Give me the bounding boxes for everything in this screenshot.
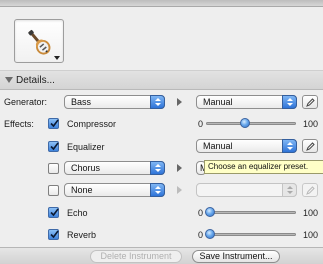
equalizer-label: Equalizer [67,142,105,152]
pencil-icon [306,186,315,195]
disclosure-triangle-icon[interactable] [5,77,13,83]
reverb-min-label: 0 [198,230,204,240]
checkmark-icon [50,142,59,151]
echo-slider-track[interactable] [206,211,296,214]
pencil-icon [306,142,315,151]
chorus-checkbox[interactable] [48,163,59,174]
effect-slot-1-select[interactable]: Chorus [64,161,165,175]
play-arrow-icon [177,186,182,194]
equalizer-preset-select[interactable]: Manual [196,139,297,153]
electric-guitar-icon [28,29,51,55]
effect-slot-2-edit-button[interactable] [302,183,318,197]
checkmark-icon [50,208,59,217]
compressor-min-label: 0 [198,119,204,129]
bottom-button-bar: Delete Instrument Save Instrument... [0,247,323,264]
effect-slot-2-value: None [71,185,93,195]
effect-slot-1-value: Chorus [71,163,101,173]
popup-arrows-icon [150,161,165,175]
play-arrow-icon [177,164,182,172]
checkmark-icon [50,119,59,128]
window-top-strip [0,0,323,7]
popup-arrows-icon [150,95,165,109]
reverb-max-label: 100 [303,230,319,240]
save-instrument-button[interactable]: Save Instrument... [192,250,280,263]
compressor-slider-track[interactable] [206,122,296,125]
play-arrow-icon [177,98,182,106]
popup-arrows-icon [282,183,297,197]
effect-slot-2-preset-select[interactable] [196,183,297,197]
effect-slot-2-select[interactable]: None [64,183,165,197]
reverb-slider-track[interactable] [206,233,296,236]
popup-arrows-icon [282,95,297,109]
echo-checkbox[interactable] [48,207,59,218]
equalizer-preset-value: Manual [203,141,233,151]
compressor-label: Compressor [67,119,117,129]
equalizer-preset-tooltip: Choose an equalizer preset. [204,160,323,174]
echo-max-label: 100 [303,208,319,218]
popup-arrows-icon [282,139,297,153]
effect-slot-2-checkbox[interactable] [48,185,59,196]
generator-edit-button[interactable] [302,95,318,109]
effects-label: Effects: [4,119,34,129]
details-disclosure[interactable]: Details... [0,70,323,90]
generator-select[interactable]: Bass [64,95,165,109]
echo-slider-knob[interactable] [205,207,215,217]
reverb-checkbox[interactable] [48,229,59,240]
pencil-icon [306,98,315,107]
checkmark-icon [50,230,59,239]
generator-select-value: Bass [71,97,92,107]
echo-min-label: 0 [198,208,204,218]
generator-label: Generator: [4,97,48,107]
generator-preset-select[interactable]: Manual [196,95,297,109]
details-label: Details... [16,75,55,86]
equalizer-checkbox[interactable] [48,141,59,152]
generator-preset-value: Manual [203,97,233,107]
instrument-icon-well[interactable] [14,19,64,63]
popup-arrows-icon [150,183,165,197]
compressor-slider-knob[interactable] [240,118,250,128]
compressor-checkbox[interactable] [48,118,59,129]
instrument-menu-arrow-icon[interactable] [54,56,60,60]
delete-instrument-button[interactable]: Delete Instrument [90,250,182,263]
equalizer-edit-button[interactable] [302,139,318,153]
reverb-label: Reverb [67,230,97,240]
reverb-slider-knob[interactable] [205,229,215,239]
compressor-max-label: 100 [303,119,319,129]
echo-label: Echo [67,208,88,218]
